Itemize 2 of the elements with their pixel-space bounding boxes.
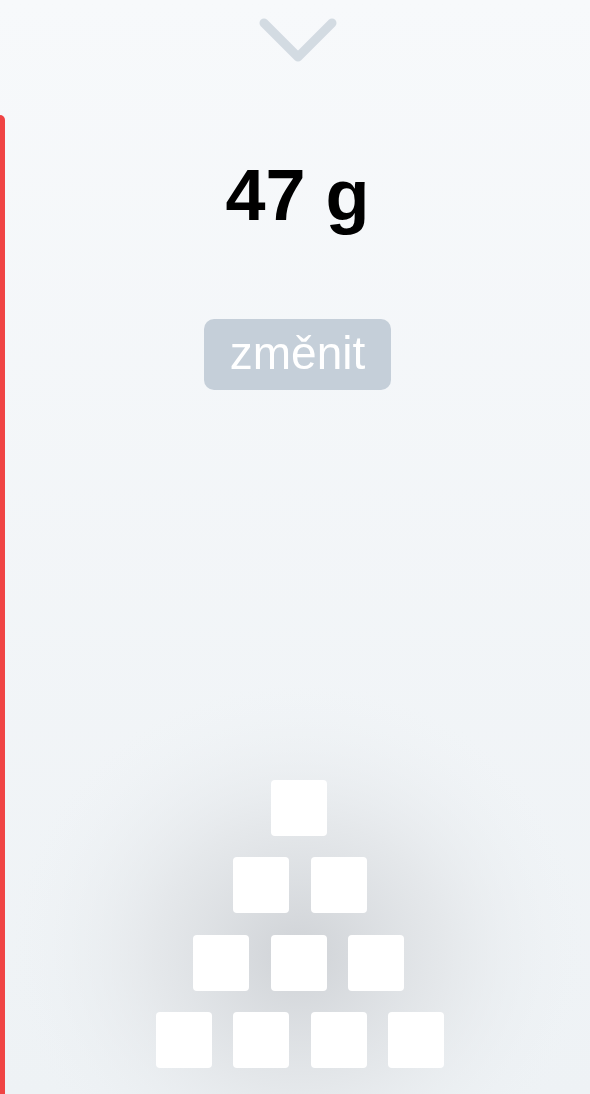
chevron-down-icon[interactable] [258, 17, 337, 63]
change-button[interactable]: změnit [203, 319, 392, 390]
